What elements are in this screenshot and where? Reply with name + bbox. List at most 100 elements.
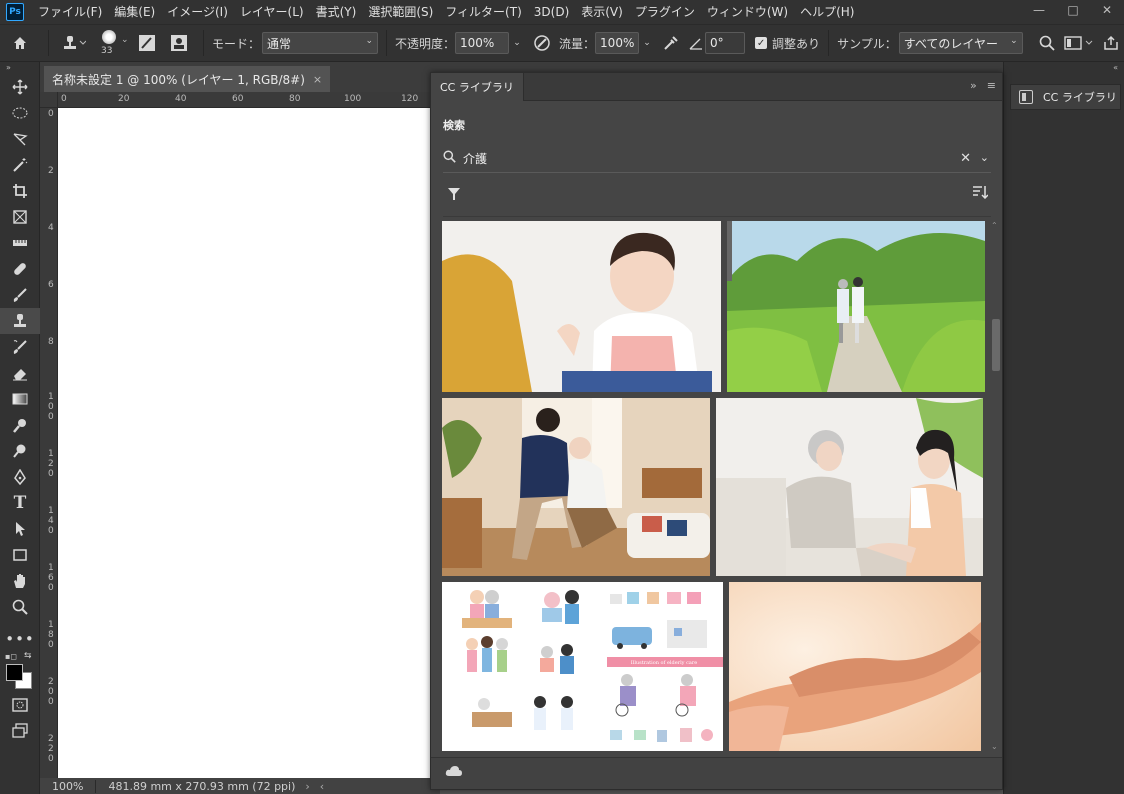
swap-colors-icon[interactable]: ⇆	[24, 651, 32, 661]
menu-plugins[interactable]: プラグイン	[629, 0, 701, 24]
menu-view[interactable]: 表示(V)	[575, 0, 629, 24]
ruler-v-tick: 2 0 0	[48, 677, 54, 707]
result-thumbnail[interactable]	[442, 398, 710, 576]
pressure-opacity-icon[interactable]	[525, 34, 559, 52]
close-button[interactable]: ✕	[1090, 0, 1124, 20]
quick-mask-icon[interactable]	[0, 692, 40, 718]
menu-select[interactable]: 選択範囲(S)	[362, 0, 439, 24]
minimize-button[interactable]: —	[1022, 0, 1056, 20]
panel-menu-icon[interactable]: ≡	[987, 79, 996, 92]
ruler-h-tick: 60	[232, 94, 244, 104]
document-tab[interactable]: 名称未設定 1 @ 100% (レイヤー 1, RGB/8#) ×	[44, 66, 331, 92]
cc-libraries-tab[interactable]: CC ライブラリ	[431, 72, 524, 101]
ruler-h-tick: 120	[401, 94, 419, 104]
brush-size-picker[interactable]: 33 ⌄	[91, 25, 131, 61]
document-canvas[interactable]	[58, 108, 438, 778]
menu-window[interactable]: ウィンドウ(W)	[701, 0, 794, 24]
brush-settings-icon[interactable]	[131, 34, 163, 52]
zoom-level[interactable]: 100%	[40, 779, 97, 793]
eraser-tool-icon[interactable]	[0, 360, 40, 386]
type-tool-icon[interactable]: T	[0, 490, 40, 516]
clone-source-icon[interactable]	[163, 34, 195, 52]
menu-help[interactable]: ヘルプ(H)	[794, 0, 860, 24]
menu-3d[interactable]: 3D(D)	[528, 0, 575, 24]
maximize-button[interactable]: □	[1056, 0, 1090, 20]
walking-path-photo	[727, 221, 985, 392]
caregiver-photo	[442, 221, 721, 392]
collapse-toolbar-icon[interactable]: »	[0, 62, 39, 74]
zoom-tool-icon[interactable]	[0, 594, 40, 620]
rectangle-tool-icon[interactable]	[0, 542, 40, 568]
result-thumbnail[interactable]: Illustration of elderly care	[442, 582, 723, 751]
collapse-dock-icon[interactable]: «	[1004, 62, 1124, 74]
history-brush-tool-icon[interactable]	[0, 334, 40, 360]
scroll-up-icon[interactable]: ⌃	[991, 221, 998, 230]
filter-icon[interactable]	[447, 187, 461, 205]
angle-field[interactable]: 0°	[705, 32, 746, 54]
flow-field[interactable]: 100%	[595, 32, 640, 54]
close-tab-icon[interactable]: ×	[313, 73, 322, 86]
foreground-color-swatch[interactable]	[6, 664, 23, 681]
result-thumbnail[interactable]	[716, 398, 983, 576]
healing-brush-tool-icon[interactable]	[0, 256, 40, 282]
menu-edit[interactable]: 編集(E)	[108, 0, 161, 24]
ruler-tool-icon[interactable]	[0, 230, 40, 256]
sample-select[interactable]: すべてのレイヤー ⌄	[898, 32, 1023, 54]
crop-tool-icon[interactable]	[0, 178, 40, 204]
default-colors-icon[interactable]: ▪◻	[5, 652, 17, 661]
menu-layer[interactable]: レイヤー(L)	[234, 0, 310, 24]
clear-search-icon[interactable]: ✕	[960, 151, 971, 166]
clone-stamp-preset-icon[interactable]	[57, 35, 91, 51]
menu-file[interactable]: ファイル(F)	[32, 0, 108, 24]
expand-panel-icon[interactable]: »	[970, 79, 977, 92]
ruler-h-tick: 20	[118, 94, 130, 104]
sort-icon[interactable]	[972, 185, 989, 203]
scrollbar-thumb[interactable]	[992, 319, 1000, 371]
more-tools-icon[interactable]: •••	[0, 626, 40, 652]
path-selection-tool-icon[interactable]	[0, 516, 40, 542]
menu-type[interactable]: 書式(Y)	[310, 0, 363, 24]
opacity-slider-icon[interactable]: ⌄	[509, 38, 525, 48]
lasso-tool-icon[interactable]	[0, 126, 40, 152]
ruler-v-tick: 8	[48, 337, 54, 347]
move-tool-icon[interactable]	[0, 74, 40, 100]
scroll-down-icon[interactable]: ⌄	[991, 742, 998, 751]
chevron-down-icon: ⌄	[121, 35, 129, 45]
ruler-v-tick: 6	[48, 280, 54, 290]
aligned-checkbox[interactable]: ✓	[755, 37, 768, 49]
result-thumbnail[interactable]	[442, 221, 721, 392]
search-field[interactable]: 介護 ✕ ⌄	[443, 145, 991, 173]
pen-tool-icon[interactable]	[0, 464, 40, 490]
brush-tool-icon[interactable]	[0, 282, 40, 308]
chevron-down-icon[interactable]: ⌄	[980, 151, 989, 164]
cloud-icon[interactable]	[445, 765, 463, 781]
clone-stamp-tool-icon[interactable]	[0, 308, 40, 334]
share-icon[interactable]	[1098, 35, 1124, 51]
gradient-tool-icon[interactable]	[0, 386, 40, 412]
result-thumbnail[interactable]	[727, 221, 985, 392]
result-thumbnail[interactable]	[729, 582, 981, 751]
results-scrollbar[interactable]: ⌃ ⌄	[990, 221, 1000, 751]
dock-cc-libraries-button[interactable]: CC ライブラリ	[1010, 84, 1121, 110]
opacity-field[interactable]: 100%	[455, 32, 510, 54]
document-size-info[interactable]: 481.89 mm x 270.93 mm (72 ppi)	[96, 780, 295, 793]
search-input[interactable]: 介護	[463, 150, 487, 167]
magic-wand-tool-icon[interactable]	[0, 152, 40, 178]
flow-slider-icon[interactable]: ⌄	[639, 38, 655, 48]
marquee-tool-icon[interactable]	[0, 100, 40, 126]
screen-mode-icon[interactable]	[0, 718, 40, 744]
chevron-left-icon[interactable]: ‹	[320, 780, 324, 793]
mode-select[interactable]: 通常 ⌄	[262, 32, 379, 54]
smudge-tool-icon[interactable]	[0, 412, 40, 438]
menu-filter[interactable]: フィルター(T)	[439, 0, 527, 24]
airbrush-icon[interactable]	[655, 34, 687, 52]
workspace-icon[interactable]	[1060, 35, 1098, 51]
search-icon[interactable]	[1034, 35, 1060, 51]
menu-image[interactable]: イメージ(I)	[161, 0, 234, 24]
home-icon[interactable]	[0, 35, 40, 51]
chevron-down-icon: ⌄	[1010, 36, 1018, 46]
frame-tool-icon[interactable]	[0, 204, 40, 230]
chevron-right-icon[interactable]: ›	[305, 780, 309, 793]
dodge-tool-icon[interactable]	[0, 438, 40, 464]
hand-tool-icon[interactable]	[0, 568, 40, 594]
